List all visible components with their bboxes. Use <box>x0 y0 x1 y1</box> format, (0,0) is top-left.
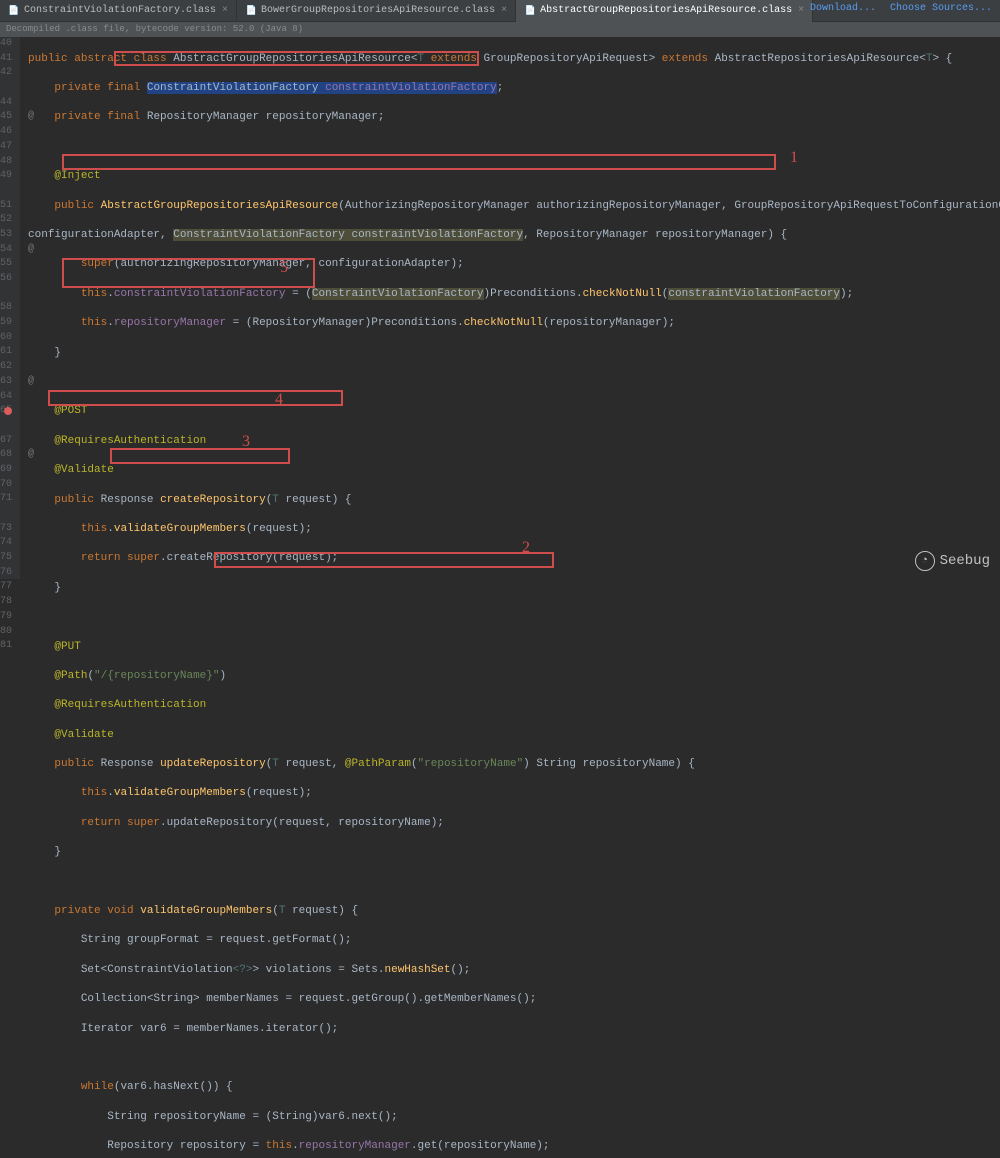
anno-4: 4 <box>275 393 283 408</box>
tab-bower[interactable]: 📄 BowerGroupRepositoriesApiResource.clas… <box>237 0 516 22</box>
seebug-text: Seebug <box>940 553 990 569</box>
close-icon[interactable]: × <box>222 5 228 16</box>
seebug-watermark: ◔ Seebug <box>915 551 990 571</box>
seebug-icon: ◔ <box>915 551 935 571</box>
class-icon: 📄 <box>245 5 257 17</box>
tab-abstract[interactable]: 📄 AbstractGroupRepositoriesApiResource.c… <box>516 0 813 22</box>
header-links: Download... Choose Sources... <box>802 3 992 14</box>
redbox-5 <box>110 448 290 464</box>
class-icon: 📄 <box>8 5 20 17</box>
anno-1: 1 <box>790 151 798 166</box>
choose-sources-link[interactable]: Choose Sources... <box>890 3 992 14</box>
decompile-notice: Decompiled .class file, bytecode version… <box>0 22 1000 37</box>
close-icon[interactable]: × <box>501 5 507 16</box>
anno-2: 2 <box>522 541 530 556</box>
anno-5: 5 <box>280 261 288 276</box>
anno-3: 3 <box>242 435 250 450</box>
editor[interactable]: 4041424445@4647484951525354@555658596061… <box>0 37 1000 579</box>
gutter[interactable]: 4041424445@4647484951525354@555658596061… <box>0 37 20 579</box>
tab-label: BowerGroupRepositoriesApiResource.class <box>261 5 495 16</box>
tab-label: ConstraintViolationFactory.class <box>24 5 216 16</box>
tab-bar: 📄 ConstraintViolationFactory.class × 📄 B… <box>0 0 1000 22</box>
tab-constraint[interactable]: 📄 ConstraintViolationFactory.class × <box>0 0 237 22</box>
redbox-2 <box>62 154 776 170</box>
download-link[interactable]: Download... <box>810 3 876 14</box>
tab-label: AbstractGroupRepositoriesApiResource.cla… <box>540 5 792 16</box>
code-area[interactable]: public abstract class AbstractGroupRepos… <box>20 37 1000 579</box>
class-icon: 📄 <box>524 5 536 17</box>
